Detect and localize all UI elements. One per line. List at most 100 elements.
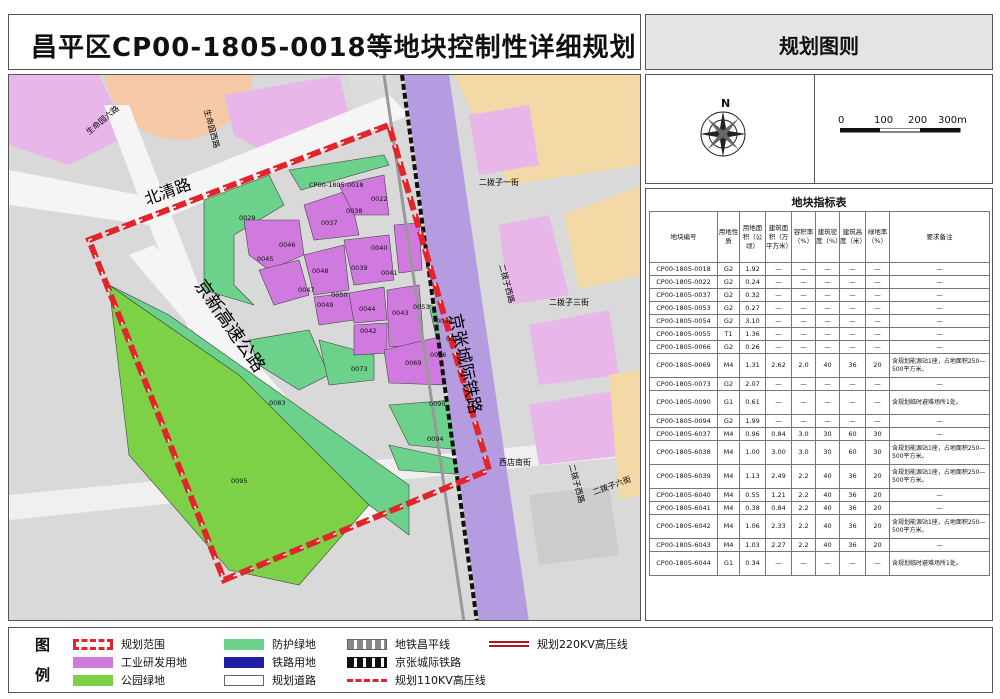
table-cell: 30: [815, 440, 840, 465]
table-cell: 1.36: [739, 327, 766, 341]
table-cell: G1: [717, 390, 740, 415]
plot-label: 0044: [359, 305, 376, 313]
table-cell: —: [889, 488, 990, 502]
table-cell: G2: [717, 262, 740, 276]
table-row: CP00-1805-6039 M4 1.13 2.49 2.2 40 36 20 含规划能源站1…: [649, 464, 990, 489]
table-cell: G2: [717, 377, 740, 391]
table-cell: 40: [815, 501, 840, 515]
legend-swatch: [73, 656, 113, 668]
table-cell: 2.2: [791, 501, 816, 515]
table-header-cell: 要求备注: [889, 211, 990, 263]
table-cell: —: [791, 301, 816, 315]
table-cell: CP00-1805-6044: [649, 551, 718, 576]
legend-item: 地铁昌平线: [347, 636, 450, 652]
plot-label: 0043: [392, 309, 409, 317]
compass-divider: [814, 75, 815, 183]
table-cell: 1.00: [739, 440, 766, 465]
table-cell: 36: [839, 353, 866, 378]
table-cell: CP00-1805-0073: [649, 377, 718, 391]
table-cell: —: [815, 301, 840, 315]
table-row: CP00-1805-0066 G2 0.26— — — — — —: [649, 340, 990, 354]
table-cell: T1: [717, 327, 740, 341]
table-cell: 0.55: [739, 488, 766, 502]
table-cell: M4: [717, 440, 740, 465]
legend-swatch: [73, 638, 113, 650]
plot-label: 0066: [430, 351, 447, 359]
table-cell: 含规划能源站1座，占地面积250—500平方米。: [889, 464, 990, 489]
table-cell: —: [865, 551, 890, 576]
plot-label: 0048: [312, 267, 329, 275]
table-cell: CP00-1805-0054: [649, 314, 718, 328]
legend-swatch: [347, 656, 387, 668]
table-row: CP00-1805-0069 M4 1.31 2.62 2.0 40 36 20 含规划能源站1…: [649, 353, 990, 378]
table-cell: 36: [839, 488, 866, 502]
table-cell: CP00-1805-0090: [649, 390, 718, 415]
legend-swatch: [224, 674, 264, 686]
table-cell: 2.33: [765, 514, 792, 539]
table-cell: —: [791, 288, 816, 302]
legend-label: 工业研发用地: [121, 656, 187, 669]
table-cell: 2.2: [791, 488, 816, 502]
table-cell: —: [889, 314, 990, 328]
table-row: CP00-1805-6043 M4 1.03 2.27 2.2 40 36 20—: [649, 538, 990, 552]
table-cell: 36: [839, 464, 866, 489]
table-cell: 20: [865, 488, 890, 502]
table-cell: 3.0: [791, 440, 816, 465]
table-cell: —: [889, 377, 990, 391]
legend-swatch: [224, 638, 264, 650]
indicator-table-panel: 地块指标表 地块编号 用地性质 用地面积（公顷） 建筑面积（万平方米） 容积率（%） 建筑…: [645, 188, 993, 621]
table-cell: 0.27: [739, 301, 766, 315]
plot-label: 0042: [360, 327, 377, 335]
table-cell: 60: [839, 427, 866, 441]
plot-label: 0029: [239, 214, 256, 222]
table-cell: 2.2: [791, 538, 816, 552]
legend-label: 公园绿地: [121, 674, 165, 687]
plot-label: CP00-1805-0018: [309, 181, 364, 189]
plot-label: 0040: [371, 244, 388, 252]
table-cell: —: [791, 340, 816, 354]
table-cell: —: [839, 262, 866, 276]
table-header-cell: 绿地率（%）: [865, 211, 890, 263]
table-cell: —: [889, 414, 990, 428]
scale-label: 300m: [938, 115, 967, 126]
plot-label: 0094: [427, 435, 444, 443]
table-cell: 2.49: [765, 464, 792, 489]
table-cell: —: [839, 340, 866, 354]
table-cell: —: [889, 501, 990, 515]
plot-label: 0039: [351, 264, 368, 272]
table-cell: —: [815, 327, 840, 341]
table-cell: —: [865, 314, 890, 328]
legend-label: 京张城际铁路: [395, 656, 461, 669]
table-cell: —: [791, 314, 816, 328]
table-cell: M4: [717, 427, 740, 441]
plot-label: 0083: [269, 399, 286, 407]
table-cell: 2.07: [739, 377, 766, 391]
table-cell: —: [865, 275, 890, 289]
table-cell: 20: [865, 514, 890, 539]
table-cell: 40: [815, 514, 840, 539]
table-cell: 含规划临时避难场所1处。: [889, 390, 990, 415]
legend-title: 图: [35, 636, 51, 654]
table-header-cell: 建筑高度（米）: [839, 211, 866, 263]
table-row: CP00-1805-0053 G2 0.27— — — — — —: [649, 301, 990, 315]
table-cell: 20: [865, 353, 890, 378]
table-cell: —: [865, 377, 890, 391]
plot-label: 0095: [231, 477, 248, 485]
table-cell: —: [865, 340, 890, 354]
table-cell: 2.2: [791, 464, 816, 489]
table-cell: —: [889, 340, 990, 354]
table-cell: —: [839, 327, 866, 341]
table-cell: —: [765, 314, 792, 328]
table-row: CP00-1805-0022 G2 0.24— — — — — —: [649, 275, 990, 289]
table-row: CP00-1805-0073 G2 2.07— — — — — —: [649, 377, 990, 391]
table-cell: G2: [717, 414, 740, 428]
table-cell: —: [791, 414, 816, 428]
table-cell: —: [839, 314, 866, 328]
table-cell: 3.10: [739, 314, 766, 328]
table-cell: —: [791, 275, 816, 289]
table-cell: —: [815, 288, 840, 302]
table-cell: —: [791, 390, 816, 415]
table-cell: CP00-1805-6038: [649, 440, 718, 465]
scale-label: 0: [838, 115, 845, 126]
table-header-cell: 建筑密度（%）: [815, 211, 840, 263]
